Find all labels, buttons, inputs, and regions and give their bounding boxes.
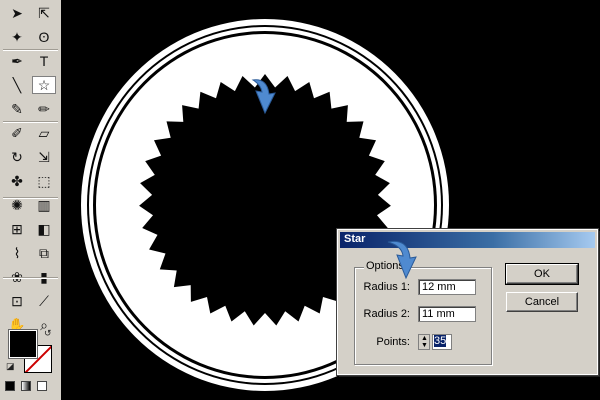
- points-stepper[interactable]: ▲ ▼: [418, 334, 430, 350]
- eraser-tool-icon[interactable]: ▱: [32, 124, 56, 142]
- pen-tool-icon[interactable]: ✒: [5, 52, 29, 70]
- pencil-tool-icon[interactable]: ✏: [32, 100, 56, 118]
- radius1-field[interactable]: [418, 279, 476, 295]
- mesh-tool-icon[interactable]: ⊞: [5, 220, 29, 238]
- points-label: Points:: [376, 336, 410, 348]
- lasso-tool-icon[interactable]: ʘ: [32, 28, 56, 46]
- stepper-down-icon[interactable]: ▼: [421, 342, 428, 349]
- points-value: 35: [434, 335, 447, 347]
- toolbox-divider: [3, 197, 58, 199]
- type-tool-icon[interactable]: T: [32, 52, 56, 70]
- artboard-tool-icon[interactable]: ⊡: [5, 292, 29, 310]
- free-transform-tool-icon[interactable]: ⬚: [32, 172, 56, 190]
- swap-colors-icon[interactable]: ↺: [44, 328, 52, 339]
- magic-wand-tool-icon[interactable]: ✦: [5, 28, 29, 46]
- gradient-mode-icon[interactable]: [21, 381, 31, 391]
- radius1-label: Radius 1:: [363, 281, 410, 293]
- ok-button[interactable]: OK: [505, 263, 579, 285]
- line-tool-icon[interactable]: ╲: [5, 76, 29, 94]
- pointer-arrow-dialog: [387, 240, 417, 280]
- direct-selection-tool-icon[interactable]: ⇱: [32, 4, 56, 22]
- toolbox-divider: [3, 49, 58, 51]
- blend-tool-icon[interactable]: ⧉: [32, 244, 56, 262]
- rotate-tool-icon[interactable]: ↻: [5, 148, 29, 166]
- dialog-titlebar[interactable]: Star: [340, 232, 595, 248]
- radius2-field[interactable]: [418, 306, 476, 322]
- cancel-button[interactable]: Cancel: [506, 292, 578, 312]
- toolbox-divider: [3, 121, 58, 123]
- eyedropper-tool-icon[interactable]: ⌇: [5, 244, 29, 262]
- star-dialog: Star Options Radius 1: Radius 2: Points:…: [336, 228, 599, 376]
- color-mode-icon[interactable]: [5, 381, 15, 391]
- scale-tool-icon[interactable]: ⇲: [32, 148, 56, 166]
- star-tool-icon[interactable]: ☆: [32, 76, 56, 94]
- none-mode-icon[interactable]: [37, 381, 47, 391]
- slice-tool-icon[interactable]: ⟋: [32, 292, 56, 310]
- points-field[interactable]: 35: [432, 334, 452, 350]
- fill-color-swatch[interactable]: [8, 329, 38, 359]
- warp-tool-icon[interactable]: ✤: [5, 172, 29, 190]
- default-colors-icon[interactable]: ◪: [6, 361, 15, 372]
- stepper-up-icon[interactable]: ▲: [421, 335, 428, 342]
- toolbox-divider: [3, 277, 58, 279]
- gradient-tool-icon[interactable]: ◧: [32, 220, 56, 238]
- paintbrush-tool-icon[interactable]: ✎: [5, 100, 29, 118]
- blob-brush-tool-icon[interactable]: ✐: [5, 124, 29, 142]
- dialog-title: Star: [344, 233, 366, 245]
- radius2-label: Radius 2:: [363, 308, 410, 320]
- selection-tool-icon[interactable]: ➤: [5, 4, 29, 22]
- toolbox: ➤ ⇱ ✦ ʘ ✒ T ╲ ☆ ✎ ✏ ✐ ▱ ↻ ⇲ ✤ ⬚ ✺ ▥ ⊞ ◧ ⌇ ⧉ ❀ ▮ ⊡ ⟋ ✋ ⌕ ↺ ◪: [0, 0, 62, 400]
